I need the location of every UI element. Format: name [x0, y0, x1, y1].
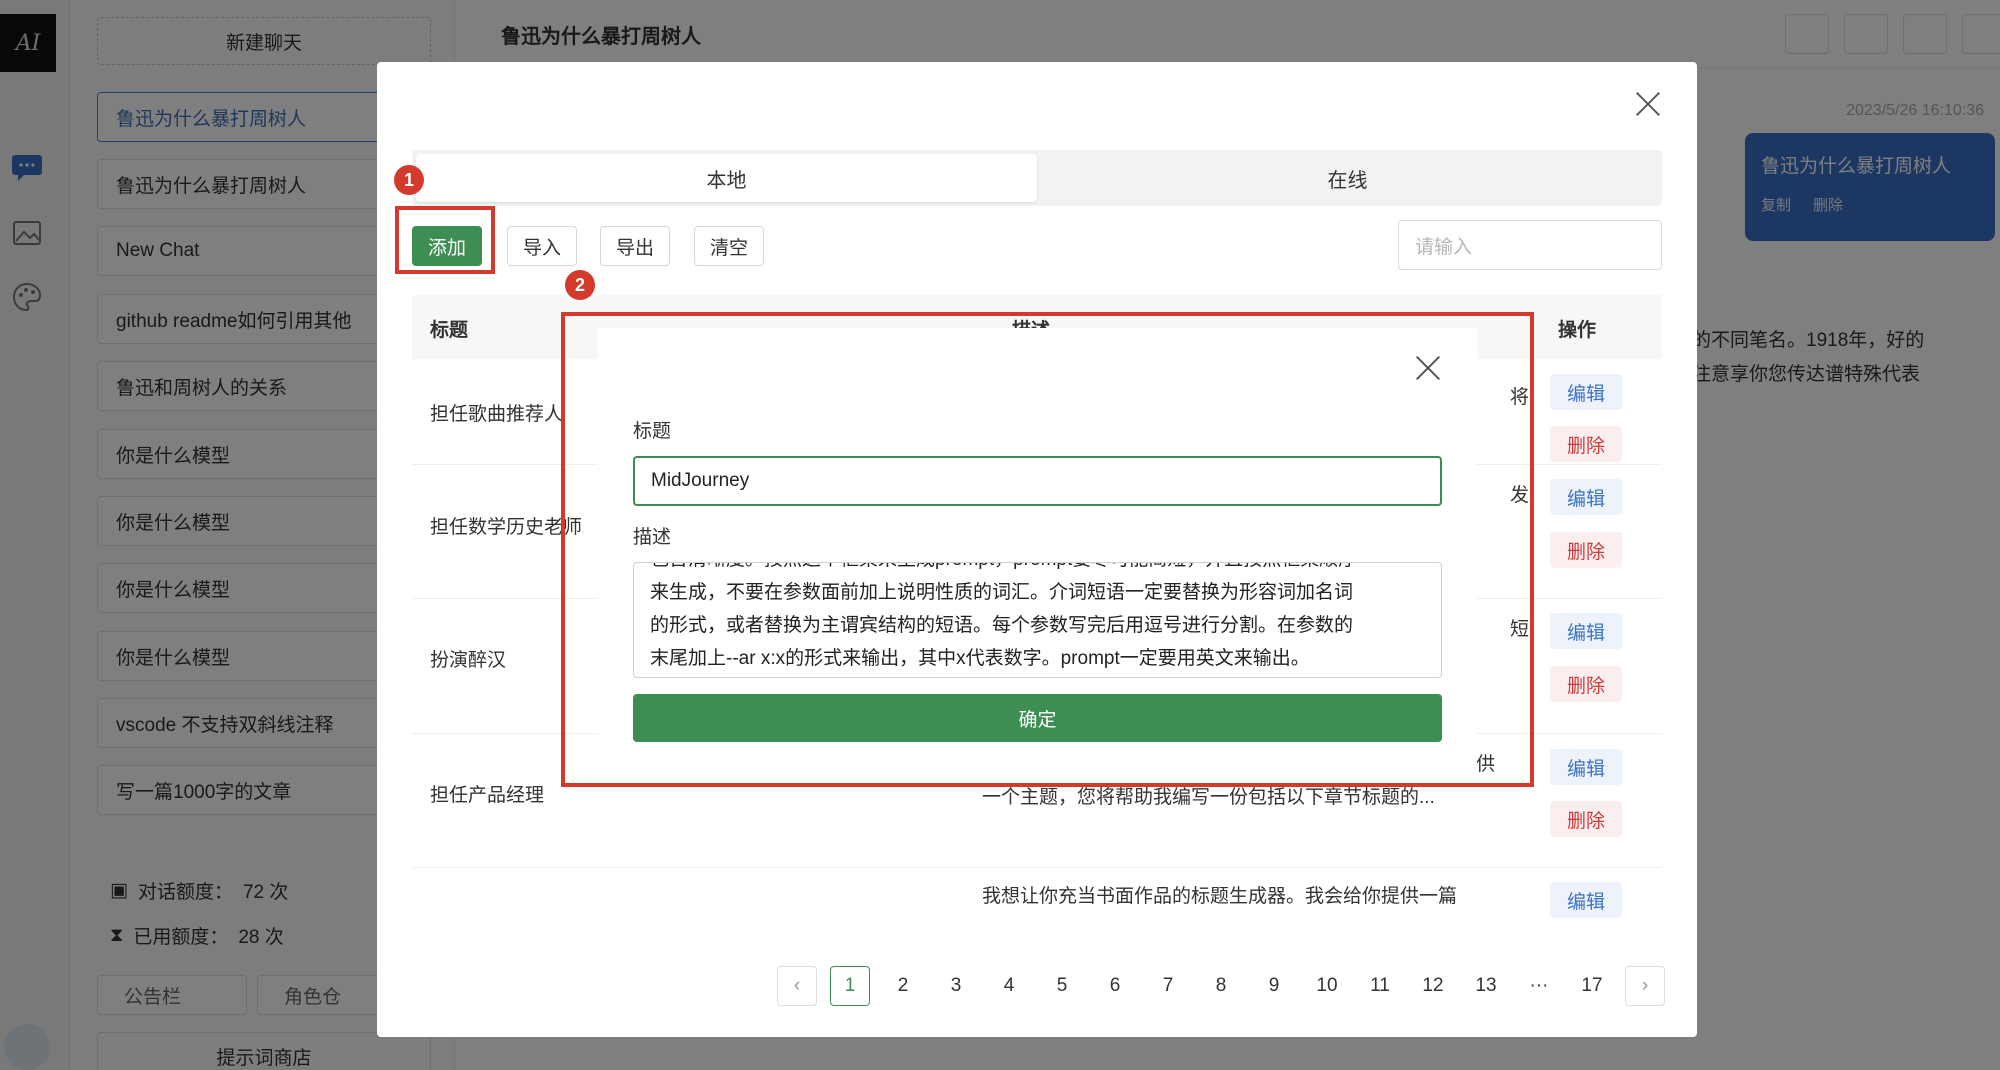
edit-button[interactable]: 编辑 [1550, 613, 1622, 649]
annotation-badge-1: 1 [394, 165, 424, 195]
row-title: 担任产品经理 [430, 785, 545, 806]
page-17[interactable]: 17 [1572, 966, 1612, 1006]
next-page-button[interactable]: › [1625, 966, 1665, 1006]
import-button[interactable]: 导入 [507, 226, 577, 266]
desc-textarea[interactable]: 包含清晰度。按照这个框架来生成prompt，prompt要尽可能简短，并且按照框… [633, 562, 1442, 678]
page-4[interactable]: 4 [989, 966, 1029, 1006]
close-icon[interactable] [1414, 354, 1442, 382]
title-input[interactable]: MidJourney [633, 456, 1442, 506]
row-title: 扮演醉汉 [430, 650, 507, 671]
prev-page-button[interactable]: ‹ [777, 966, 817, 1006]
page-ellipsis[interactable]: ··· [1519, 966, 1559, 1006]
close-icon[interactable] [1634, 90, 1662, 118]
export-button[interactable]: 导出 [600, 226, 670, 266]
desc-line: 来生成，不要在参数面前加上说明性质的词汇。介词短语一定要替换为形容词加名词 [650, 582, 1354, 603]
annotation-badge-2: 2 [565, 270, 595, 300]
edit-button[interactable]: 编辑 [1550, 479, 1622, 515]
page-6[interactable]: 6 [1095, 966, 1135, 1006]
edit-button[interactable]: 编辑 [1550, 749, 1622, 785]
col-title: 标题 [430, 320, 469, 341]
annotation-box-1 [395, 206, 495, 274]
app: AI 新建聊天 鲁迅为什么暴打周树人 鲁迅为什么暴打周树人 New Chat g… [0, 0, 2000, 1070]
row-desc: 我想让你充当书面作品的标题生成器。我会给你提供一篇 [982, 886, 1458, 907]
page-5[interactable]: 5 [1042, 966, 1082, 1006]
delete-button[interactable]: 删除 [1550, 666, 1622, 702]
desc-label: 描述 [633, 527, 672, 548]
table-row: 我想让你充当书面作品的标题生成器。我会给你提供一篇 编辑 [412, 868, 1662, 924]
delete-button[interactable]: 删除 [1550, 532, 1622, 568]
page-8[interactable]: 8 [1201, 966, 1241, 1006]
page-13[interactable]: 13 [1466, 966, 1506, 1006]
page-1[interactable]: 1 [830, 966, 870, 1006]
desc-line: 的形式，或者替换为主谓宾结构的短语。每个参数写完后用逗号进行分割。在参数的 [650, 615, 1354, 636]
edit-button[interactable]: 编辑 [1550, 882, 1622, 918]
delete-button[interactable]: 删除 [1550, 801, 1622, 837]
source-tabs: 本地 在线 [412, 150, 1662, 206]
title-label: 标题 [633, 421, 672, 442]
tab-local[interactable]: 本地 [416, 154, 1037, 202]
confirm-button[interactable]: 确定 [633, 694, 1442, 742]
search-input[interactable]: 请输入 [1398, 220, 1662, 270]
page-12[interactable]: 12 [1413, 966, 1453, 1006]
page-10[interactable]: 10 [1307, 966, 1347, 1006]
col-ops: 操作 [1558, 320, 1597, 341]
row-title: 担任歌曲推荐人 [430, 404, 564, 425]
page-9[interactable]: 9 [1254, 966, 1294, 1006]
desc-text: 包含清晰度。按照这个框架来生成prompt，prompt要尽可能简短，并且按照框… [650, 563, 1430, 675]
tab-online[interactable]: 在线 [1037, 154, 1658, 202]
page-7[interactable]: 7 [1148, 966, 1188, 1006]
page-11[interactable]: 11 [1360, 966, 1400, 1006]
row-title: 担任数学历史老师 [430, 517, 583, 538]
add-prompt-dialog: 标题 MidJourney 描述 包含清晰度。按照这个框架来生成prompt，p… [598, 328, 1477, 772]
clear-button[interactable]: 清空 [694, 226, 764, 266]
edit-button[interactable]: 编辑 [1550, 374, 1622, 410]
delete-button[interactable]: 删除 [1550, 426, 1622, 462]
page-2[interactable]: 2 [883, 966, 923, 1006]
page-3[interactable]: 3 [936, 966, 976, 1006]
desc-line: 末尾加上--ar x:x的形式来输出，其中x代表数字。prompt一定要用英文来… [650, 648, 1310, 669]
desc-line: 包含清晰度。按照这个框架来生成prompt，prompt要尽可能简短，并且按照框… [650, 563, 1430, 576]
